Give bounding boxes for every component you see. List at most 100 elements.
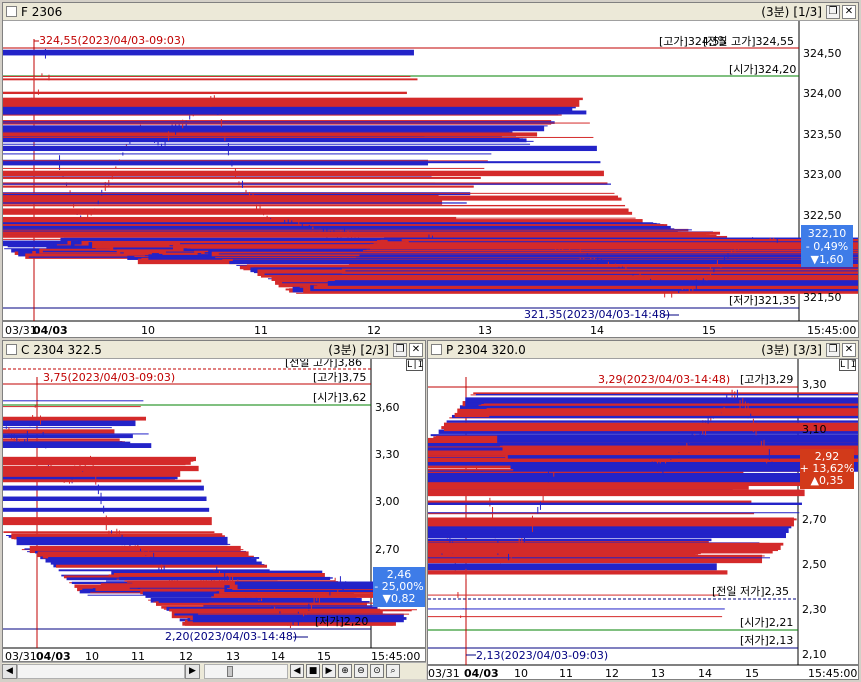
candle-body — [56, 564, 268, 568]
scroll-right-icon[interactable]: ▶ — [185, 663, 200, 679]
candle-body — [205, 609, 417, 611]
candle-body — [428, 555, 765, 557]
candle-body — [32, 549, 244, 551]
candle-body — [3, 91, 407, 95]
candle-body — [3, 176, 481, 179]
call-chart-titlebar[interactable]: C 2304 322.5 (3분) [2/3] ❐ ✕ — [3, 341, 425, 359]
candle-body — [3, 75, 411, 77]
x-tick: 14 — [271, 650, 285, 661]
label-prev-high: [전일 고가]3,86 — [285, 359, 362, 369]
candle-body — [3, 204, 626, 207]
label-high: [고가]3,75 — [313, 371, 366, 384]
candle-body — [3, 465, 199, 472]
put-chart-pane[interactable]: P 2304 320.0 (3분) [3/3] ❐ ✕ L|I 3,29(202… — [427, 340, 859, 680]
zoom-in-icon[interactable]: ⊕ — [338, 664, 352, 678]
label-open: [시가]324,20 — [729, 63, 796, 76]
play-right-icon[interactable]: ▶ — [322, 664, 336, 678]
y-tick: 3,60 — [375, 401, 400, 414]
candle-body — [19, 543, 231, 545]
x-tick: 03/31 — [5, 650, 37, 661]
page-indicator: [2/3] — [360, 342, 389, 357]
label-open: [시가]3,62 — [313, 391, 366, 404]
label-low: [저가]321,35 — [729, 294, 796, 307]
zoom-slider-thumb[interactable] — [227, 665, 233, 677]
candle-body — [3, 517, 212, 526]
candle-body — [3, 531, 215, 533]
zoom-slider[interactable] — [204, 663, 288, 679]
candle-body — [3, 438, 120, 441]
candle-body — [327, 281, 858, 286]
close-icon[interactable]: ✕ — [409, 342, 423, 357]
label-open: [시가]2,21 — [740, 616, 793, 629]
candle-body — [428, 608, 725, 610]
candle-body — [428, 512, 800, 514]
x-tick: 13 — [478, 324, 492, 337]
candle-body — [348, 264, 858, 266]
futures-chart-pane[interactable]: F 2306 (3분) [1/3] ❐ ✕ 324,55(2023/04/03-… — [2, 2, 859, 338]
candle-body — [408, 241, 858, 243]
pane-checkbox[interactable] — [6, 344, 17, 355]
x-tick: 13 — [651, 667, 665, 679]
candle-body — [345, 270, 858, 272]
candle-body — [398, 242, 858, 246]
futures-candle-chart[interactable]: 324,55(2023/04/03-09:03) 321,35(2023/04/… — [3, 21, 858, 337]
stop-icon[interactable]: ■ — [306, 664, 320, 678]
scroll-left-icon[interactable]: ◀ — [2, 663, 17, 679]
candle-body — [334, 280, 858, 282]
candle-body — [489, 415, 858, 419]
call-chart-pane[interactable]: C 2304 322.5 (3분) [2/3] ❐ ✕ L|I [전일 고가]3… — [2, 340, 426, 662]
y-tick: 2,30 — [802, 603, 827, 616]
zoom-reset-icon[interactable]: ⊙ — [370, 664, 384, 678]
candle-body — [3, 143, 531, 145]
candle-body — [3, 153, 492, 155]
badge-chg: ▲0,35 — [811, 474, 844, 487]
candle-body — [352, 265, 858, 267]
candle-body — [198, 613, 410, 615]
x-tick: 15 — [317, 650, 331, 661]
candle-body — [3, 235, 728, 238]
x-tick: 10 — [85, 650, 99, 661]
candle-body — [3, 231, 721, 235]
label-low: [저가]2,13 — [740, 634, 793, 647]
candle-body — [473, 392, 858, 395]
badge-chg: ▼1,60 — [811, 253, 844, 266]
candle-body — [3, 167, 485, 169]
candle-body — [475, 393, 858, 396]
label-high: [고가]3,29 — [740, 373, 793, 386]
x-tick: 11 — [559, 667, 573, 679]
restore-icon[interactable]: ❐ — [826, 342, 840, 357]
scroll-track[interactable] — [17, 663, 185, 679]
pane-checkbox[interactable] — [431, 344, 442, 355]
chart-scroll-toolbar[interactable]: ◀ ▶ ◀ ■ ▶ ⊕ ⊖ ⊙ ⌕ — [2, 662, 426, 679]
candle-body — [428, 594, 720, 596]
y-tick: 321,50 — [803, 291, 842, 304]
call-candle-chart[interactable]: [전일 고가]3,86 [고가]3,75 [시가]3,62 [저가]2,20 3… — [3, 359, 425, 661]
candle-body — [428, 502, 802, 505]
put-chart-titlebar[interactable]: P 2304 320.0 (3분) [3/3] ❐ ✕ — [428, 341, 858, 359]
close-icon[interactable]: ✕ — [842, 4, 856, 19]
magnifier-icon[interactable]: ⌕ — [386, 664, 400, 678]
play-left-icon[interactable]: ◀ — [290, 664, 304, 678]
low-annotation: 2,13(2023/04/03-09:03) — [476, 649, 608, 662]
y-tick: 2,70 — [375, 543, 400, 556]
candle-body — [158, 601, 370, 603]
candle-body — [366, 249, 858, 252]
futures-chart-titlebar[interactable]: F 2306 (3분) [1/3] ❐ ✕ — [3, 3, 858, 21]
candle-body — [428, 489, 805, 497]
candle-body — [428, 542, 784, 546]
restore-icon[interactable]: ❐ — [393, 342, 407, 357]
candle-body — [428, 570, 728, 575]
zoom-out-icon[interactable]: ⊖ — [354, 664, 368, 678]
x-tick: 03/31 — [428, 667, 460, 679]
x-tick: 15:45:00 — [808, 667, 857, 679]
x-tick: 04/03 — [33, 324, 68, 337]
x-tick: 04/03 — [464, 667, 499, 679]
close-icon[interactable]: ✕ — [842, 342, 856, 357]
y-tick: 3,00 — [375, 495, 400, 508]
candle-body — [331, 277, 858, 279]
put-candle-chart[interactable]: 3,29(2023/04/03-14:48) [고가]3,29 [전일 저가]2… — [428, 359, 858, 679]
candle-body — [428, 532, 786, 539]
low-annotation: 2,20(2023/04/03-14:48) — [165, 630, 297, 643]
pane-checkbox[interactable] — [6, 6, 17, 17]
restore-icon[interactable]: ❐ — [826, 4, 840, 19]
